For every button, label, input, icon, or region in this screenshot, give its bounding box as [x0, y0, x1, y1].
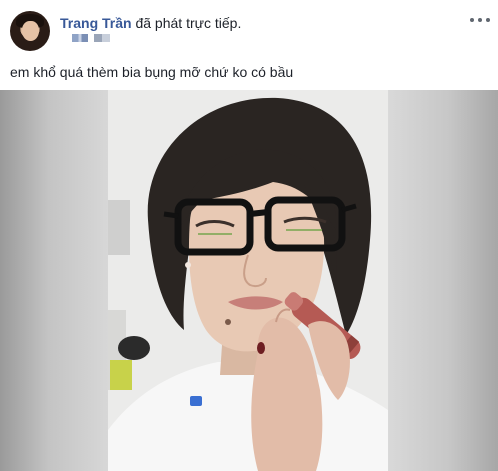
avatar-face	[22, 21, 39, 41]
blurred-meta-icon	[72, 34, 88, 42]
video-still-image	[108, 90, 388, 471]
video-frame	[108, 90, 388, 471]
video-blur-right	[388, 90, 498, 471]
more-dot	[470, 18, 474, 22]
live-video-player[interactable]	[0, 90, 498, 471]
more-options-icon[interactable]	[470, 12, 490, 28]
post-action-text: đã phát trực tiếp.	[131, 15, 242, 31]
post-author-line: Trang Trần đã phát trực tiếp.	[60, 14, 241, 32]
avatar[interactable]	[10, 11, 50, 51]
video-blur-left	[0, 90, 108, 471]
live-video-post: Trang Trần đã phát trực tiếp. em khổ quá…	[0, 0, 498, 471]
blurred-meta-icon	[94, 34, 110, 42]
post-meta	[72, 34, 116, 44]
more-dot	[478, 18, 482, 22]
author-name[interactable]: Trang Trần	[60, 15, 132, 31]
more-dot	[486, 18, 490, 22]
post-caption: em khổ quá thèm bia bụng mỡ chứ ko có bầ…	[10, 64, 294, 80]
post-header: Trang Trần đã phát trực tiếp.	[0, 0, 498, 58]
